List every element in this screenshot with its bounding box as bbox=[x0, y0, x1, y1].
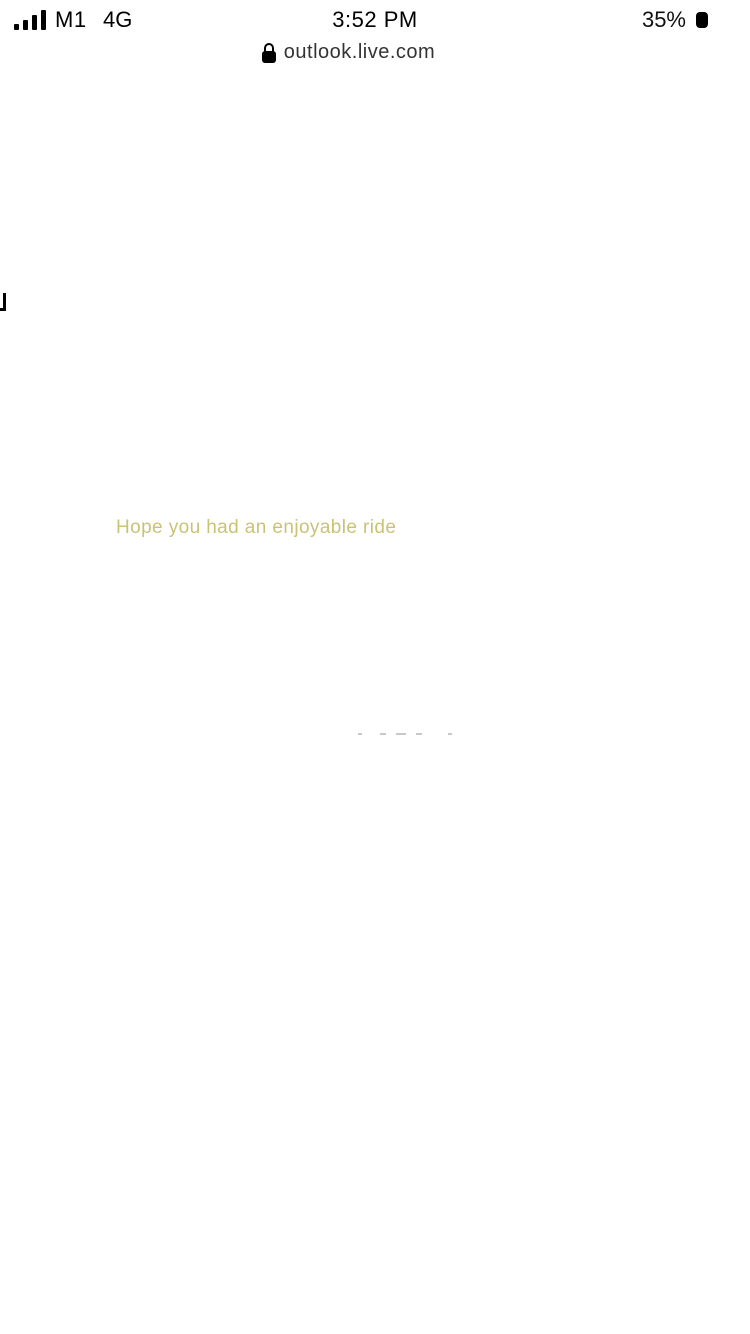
browser-address-bar[interactable]: outlook.live.com bbox=[0, 41, 750, 67]
battery-icon bbox=[696, 12, 708, 28]
edge-glyph-fragment bbox=[0, 293, 6, 313]
clock: 3:52 PM bbox=[332, 7, 418, 32]
url-text: outlook.live.com bbox=[283, 41, 436, 63]
faint-divider bbox=[358, 733, 458, 735]
status-bar: M1 4G 3:52 PM 35% bbox=[0, 0, 750, 40]
ride-message: Hope you had an enjoyable ride bbox=[116, 517, 397, 538]
lock-icon bbox=[261, 43, 276, 63]
battery-percentage: 35% bbox=[641, 7, 686, 32]
